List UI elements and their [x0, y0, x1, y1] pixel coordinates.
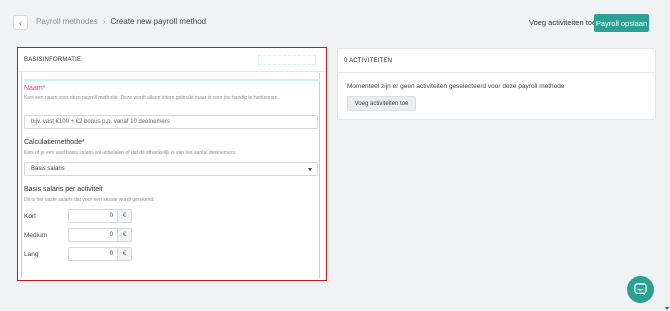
layout-guide — [319, 73, 320, 278]
salary-input-kort[interactable]: 0 — [68, 209, 118, 223]
euro-addon: € — [118, 247, 132, 261]
caret-down-icon — [308, 168, 312, 171]
name-input[interactable]: bijv. vast €100 + €2 bonus p.p. vanaf 10… — [24, 115, 318, 129]
top-bar: ‹ Payroll methodes › Create new payroll … — [0, 0, 670, 44]
scrollbar[interactable] — [665, 0, 670, 311]
add-activities-button[interactable]: Voeg activiteiten toe — [347, 96, 416, 111]
activities-empty-text: Momenteel zijn er geen activiteiten gese… — [347, 83, 565, 90]
euro-addon: € — [118, 209, 132, 223]
breadcrumb: Payroll methodes › Create new payroll me… — [36, 17, 206, 26]
chevron-right-icon: › — [102, 17, 106, 26]
back-button[interactable]: ‹ — [13, 15, 28, 30]
name-help-text: Kies een naam voor deze payroll methode.… — [24, 95, 279, 101]
calculation-method-label: Calculatiemethode* — [24, 139, 85, 146]
layout-guide — [21, 73, 22, 278]
name-label: Naam* — [24, 85, 46, 92]
calculation-method-help-text: Kies of je een vast basis salaris wil ui… — [24, 150, 237, 156]
euro-addon: € — [118, 228, 132, 242]
calculation-method-value: Basis salaris — [31, 166, 65, 172]
chat-button[interactable] — [627, 276, 654, 303]
chat-bubble-icon — [634, 283, 647, 296]
add-activities-link[interactable]: Voeg activiteiten toe — [529, 18, 596, 27]
name-input-placeholder: bijv. vast €100 + €2 bonus p.p. vanaf 10… — [31, 119, 170, 125]
base-salary-help-text: Dit is het vaste salaris dat voor een se… — [24, 197, 155, 203]
salary-input-lang[interactable]: 0 — [68, 247, 118, 261]
page-title: Create new payroll method — [110, 17, 207, 26]
basis-info-card: BASISINFORMATIE Naam* Kies een naam voor… — [17, 47, 327, 281]
salary-row-label-medium: Medium — [24, 232, 48, 239]
chevron-left-icon: ‹ — [19, 17, 22, 28]
base-salary-label: Basis salaris per activiteit — [24, 186, 103, 193]
activities-card: 0 ACTIVITEITEN Momenteel zijn er geen ac… — [337, 48, 656, 120]
calculation-method-select[interactable]: Basis salaris — [24, 162, 318, 176]
salary-input-medium[interactable]: 0 — [68, 228, 118, 242]
save-payroll-button[interactable]: Payroll opslaan — [594, 14, 649, 32]
layout-guide — [24, 79, 320, 81]
scroll-down-arrow-icon[interactable] — [665, 307, 669, 310]
layout-guide — [258, 55, 316, 65]
salary-row-label-lang: Lang — [24, 251, 39, 258]
salary-row-label-kort: Kort — [24, 213, 36, 220]
activities-header: 0 ACTIVITEITEN — [338, 49, 655, 73]
breadcrumb-parent-link[interactable]: Payroll methodes — [36, 17, 98, 26]
